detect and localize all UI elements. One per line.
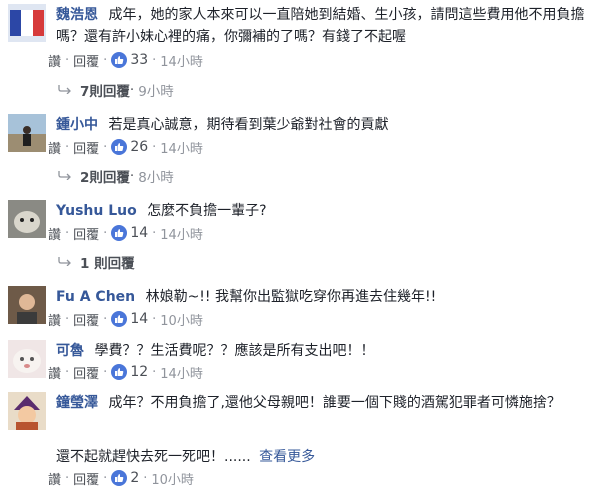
view-replies-link[interactable]: 7則回覆 · 9小時 bbox=[58, 80, 174, 100]
like-count[interactable]: 33 bbox=[130, 52, 148, 68]
comment-text: 成年？不用負擔了,還他父母親吧！誰要一個下賤的酒駕犯罪者可憐施捨？ bbox=[108, 395, 561, 411]
replies-timestamp: 8小時 bbox=[138, 170, 174, 186]
comment-text: 若是真心誠意，期待看到葉少爺對社會的貢獻 bbox=[108, 117, 389, 133]
reply-arrow-icon bbox=[58, 254, 72, 270]
comment-text: 學費？？生活費呢？？應該是所有支出吧！！ bbox=[94, 343, 375, 359]
view-replies-link[interactable]: 2則回覆 · 8小時 bbox=[58, 166, 174, 186]
comment-text: 林娘勒~!! 我幫你出監獄吃穿你再進去住幾年!! bbox=[145, 289, 437, 305]
like-count[interactable]: 14 bbox=[130, 225, 148, 241]
like-icon bbox=[111, 311, 128, 327]
separator: · bbox=[152, 225, 157, 241]
reply-button[interactable]: 回覆 bbox=[73, 138, 99, 157]
comment-author[interactable]: 鍾小中 bbox=[56, 117, 98, 133]
like-icon bbox=[111, 52, 128, 68]
reply-button[interactable]: 回覆 bbox=[73, 224, 99, 243]
separator: · bbox=[103, 139, 108, 155]
like-count[interactable]: 2 bbox=[130, 470, 139, 486]
separator: · bbox=[129, 168, 135, 184]
replies-count-label[interactable]: 7則回覆 bbox=[80, 80, 130, 100]
replies-count-label[interactable]: 2則回覆 bbox=[80, 166, 130, 186]
comment-timestamp[interactable]: 14小時 bbox=[160, 224, 203, 243]
comment-author[interactable]: 可魯 bbox=[56, 343, 84, 359]
separator: · bbox=[152, 311, 157, 327]
separator: · bbox=[65, 311, 70, 327]
separator: · bbox=[103, 52, 108, 68]
like-count[interactable]: 14 bbox=[130, 311, 148, 327]
comment-author[interactable]: Yushu Luo bbox=[56, 203, 137, 219]
separator: · bbox=[129, 82, 135, 98]
reply-button[interactable]: 回覆 bbox=[73, 363, 99, 382]
comment-actions: 讚 · 回覆 · 33 · 14小時 bbox=[48, 50, 203, 70]
dog-avatar-image bbox=[8, 340, 46, 378]
see-more-link[interactable]: 查看更多 bbox=[259, 449, 315, 465]
comment-timestamp[interactable]: 14小時 bbox=[160, 363, 203, 382]
person-avatar-image bbox=[8, 286, 46, 324]
comment-timestamp[interactable]: 14小時 bbox=[160, 138, 203, 157]
comment-text-continued: 還不起就趕快去死一死吧！...... bbox=[56, 449, 251, 465]
separator: · bbox=[103, 225, 108, 241]
comment-timestamp[interactable]: 10小時 bbox=[151, 469, 194, 488]
avatar[interactable] bbox=[8, 114, 46, 152]
like-button[interactable]: 讚 bbox=[48, 310, 61, 329]
separator: · bbox=[65, 139, 70, 155]
like-button[interactable]: 讚 bbox=[48, 51, 61, 70]
comment-text: 怎麼不負擔一輩子? bbox=[147, 203, 267, 219]
comment-actions: 讚 · 回覆 · 14 · 10小時 bbox=[48, 309, 203, 329]
separator: · bbox=[65, 225, 70, 241]
avatar[interactable] bbox=[8, 340, 46, 378]
beach-photo-avatar-image bbox=[8, 114, 46, 152]
separator: · bbox=[152, 139, 157, 155]
like-button[interactable]: 讚 bbox=[48, 469, 61, 488]
reply-button[interactable]: 回覆 bbox=[73, 469, 99, 488]
separator: · bbox=[65, 52, 70, 68]
like-icon bbox=[111, 225, 128, 241]
separator: · bbox=[103, 364, 108, 380]
separator: · bbox=[65, 364, 70, 380]
like-icon bbox=[111, 139, 128, 155]
separator: · bbox=[152, 364, 157, 380]
cartoon-avatar-image bbox=[8, 392, 46, 430]
like-count[interactable]: 26 bbox=[130, 139, 148, 155]
avatar[interactable] bbox=[8, 200, 46, 238]
comment-author[interactable]: 魏浩恩 bbox=[56, 7, 98, 23]
flag-avatar-image bbox=[8, 4, 46, 42]
avatar[interactable] bbox=[8, 4, 46, 42]
separator: · bbox=[103, 470, 108, 486]
like-button[interactable]: 讚 bbox=[48, 363, 61, 382]
comment-actions: 讚 · 回覆 · 26 · 14小時 bbox=[48, 137, 203, 157]
comment-actions: 讚 · 回覆 · 14 · 14小時 bbox=[48, 223, 203, 243]
comment-actions: 讚 · 回覆 · 2 · 10小時 bbox=[48, 468, 194, 488]
reply-arrow-icon bbox=[58, 168, 72, 184]
view-replies-link[interactable]: 1 則回覆 bbox=[58, 252, 135, 272]
like-icon bbox=[111, 470, 128, 486]
separator: · bbox=[65, 470, 70, 486]
cat-avatar-image bbox=[8, 200, 46, 238]
reply-button[interactable]: 回覆 bbox=[73, 310, 99, 329]
comment-text: 成年，她的家人本來可以一直陪她到結婚、生小孩，請問這些費用他不用負擔嗎？還有許小… bbox=[56, 7, 585, 45]
separator: · bbox=[143, 470, 148, 486]
separator: · bbox=[103, 311, 108, 327]
avatar[interactable] bbox=[8, 392, 46, 430]
reply-button[interactable]: 回覆 bbox=[73, 51, 99, 70]
replies-timestamp: 9小時 bbox=[138, 84, 174, 100]
reply-arrow-icon bbox=[58, 82, 72, 98]
separator: · bbox=[152, 52, 157, 68]
replies-count-label[interactable]: 1 則回覆 bbox=[80, 252, 135, 272]
comment-actions: 讚 · 回覆 · 12 · 14小時 bbox=[48, 362, 203, 382]
like-icon bbox=[111, 364, 128, 380]
comment-timestamp[interactable]: 14小時 bbox=[160, 51, 203, 70]
like-count[interactable]: 12 bbox=[130, 364, 148, 380]
comment-timestamp[interactable]: 10小時 bbox=[160, 310, 203, 329]
avatar[interactable] bbox=[8, 286, 46, 324]
like-button[interactable]: 讚 bbox=[48, 224, 61, 243]
comment-author[interactable]: 鐘瑩澤 bbox=[56, 395, 98, 411]
comment-author[interactable]: Fu A Chen bbox=[56, 289, 135, 305]
like-button[interactable]: 讚 bbox=[48, 138, 61, 157]
